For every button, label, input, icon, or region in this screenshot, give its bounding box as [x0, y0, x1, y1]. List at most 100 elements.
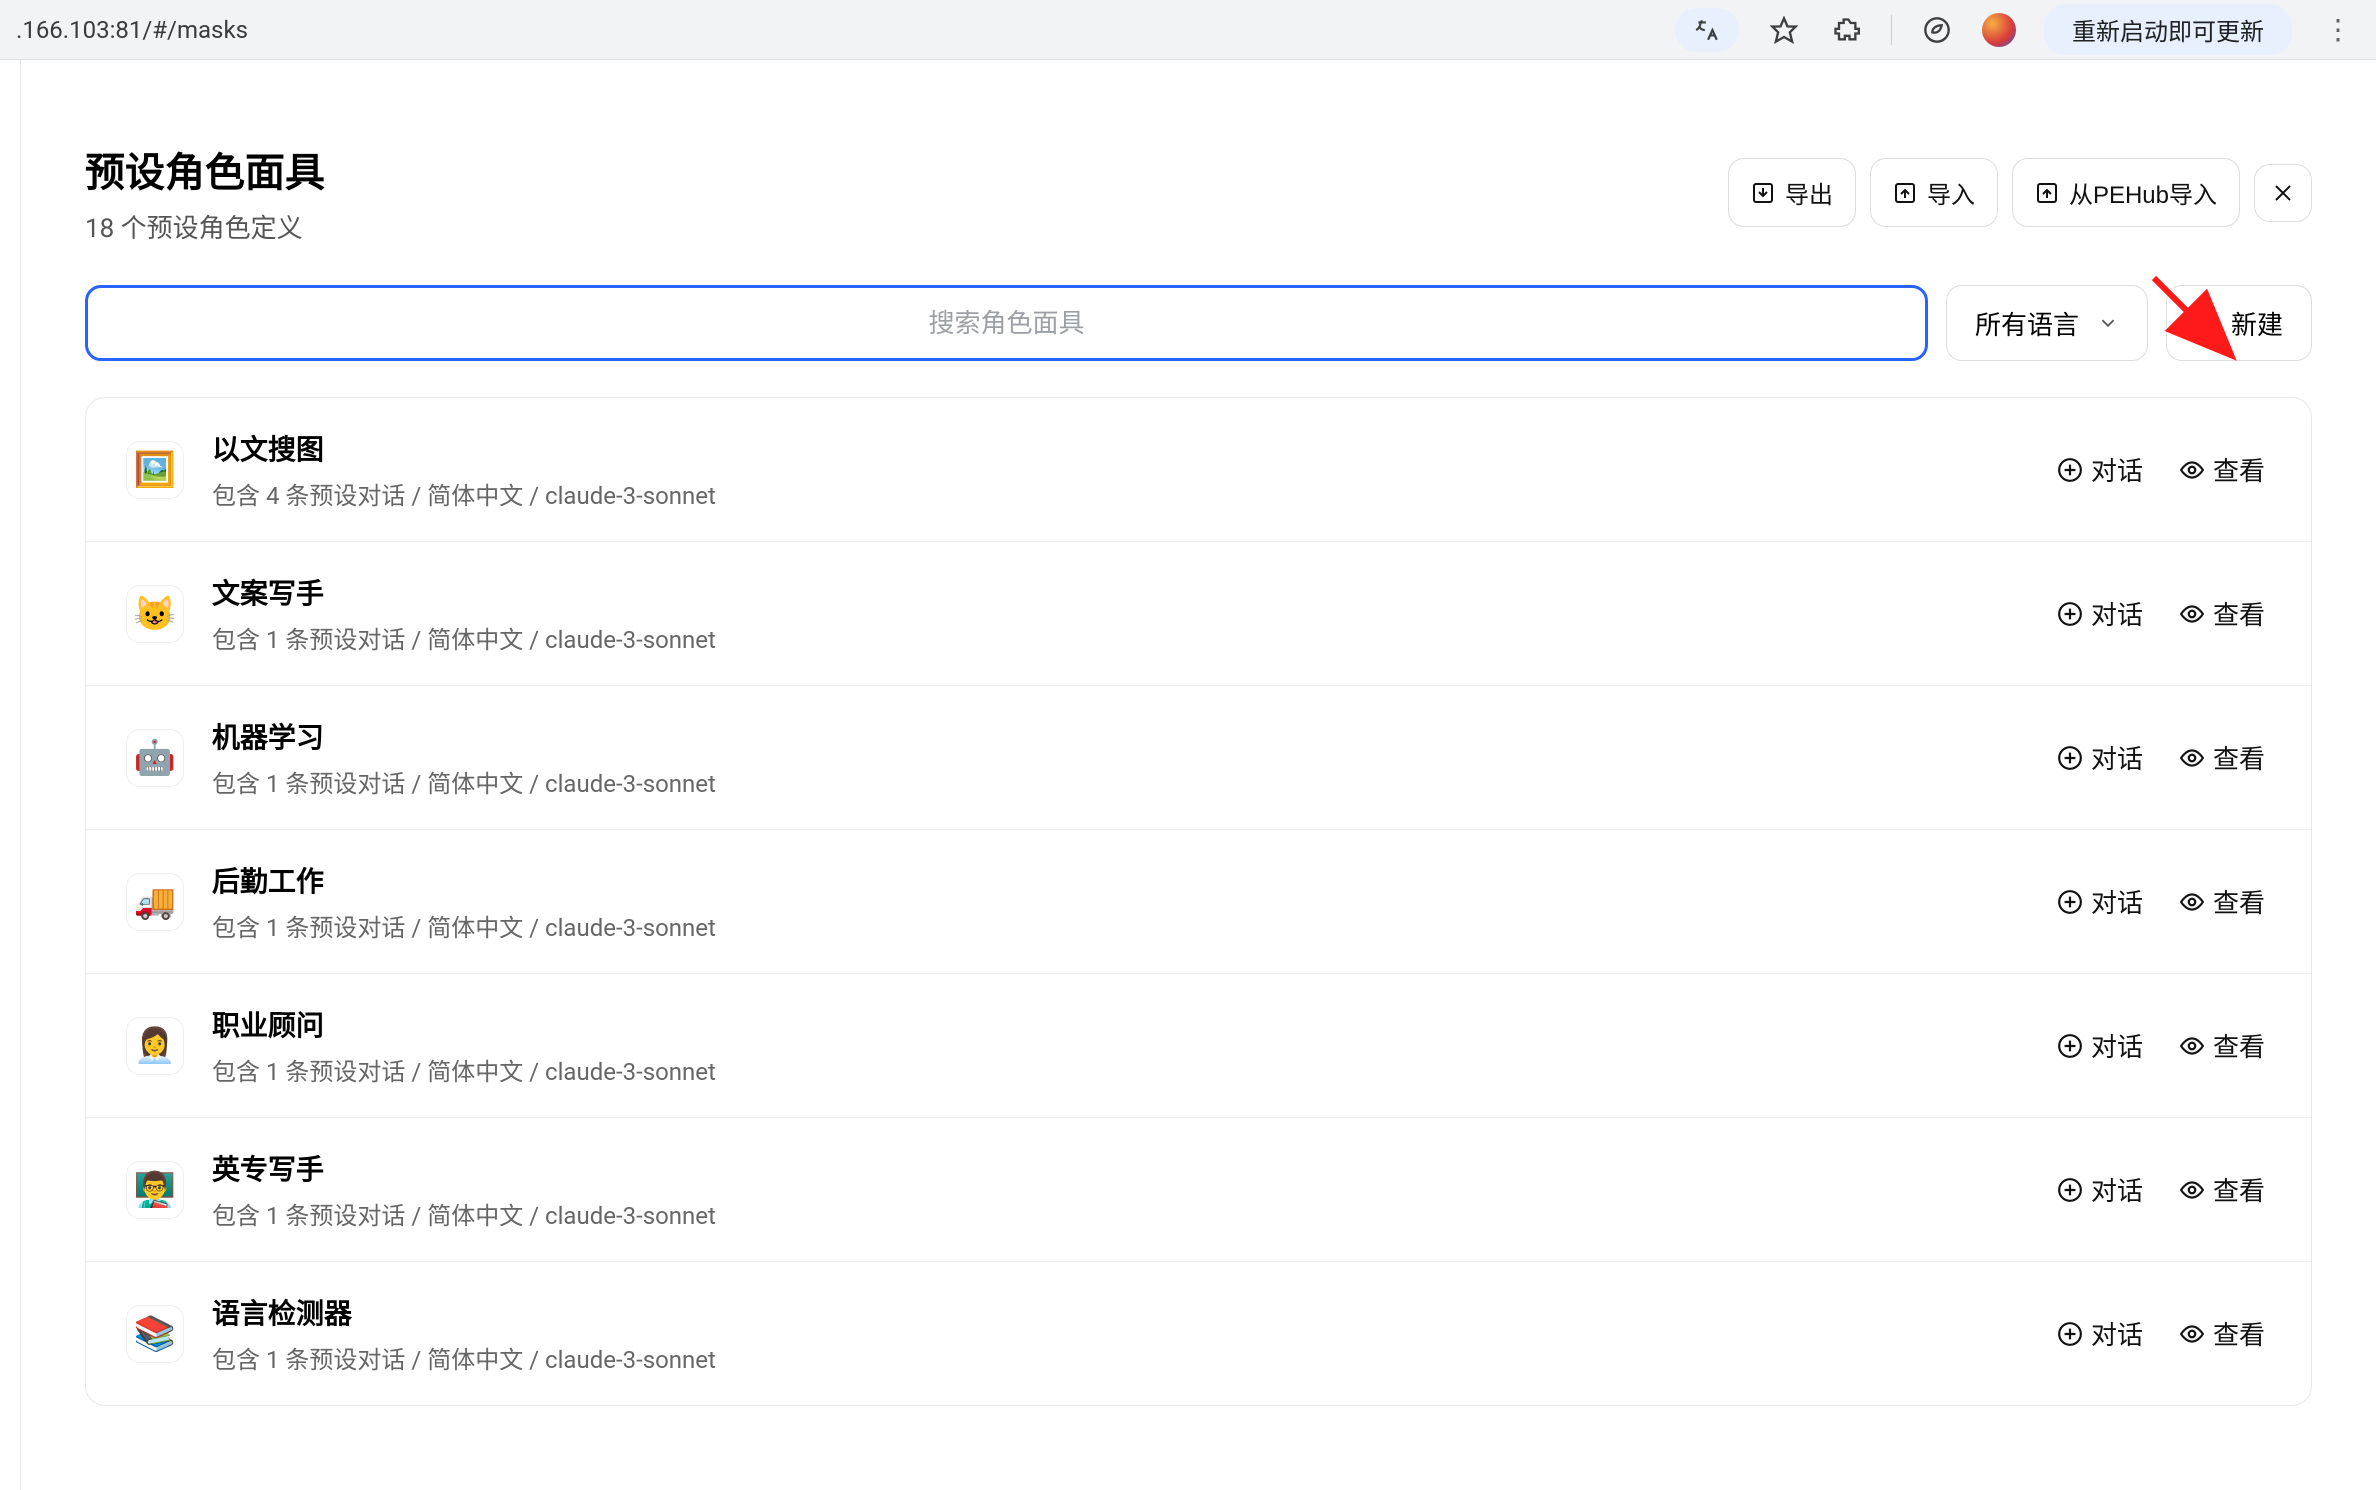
view-button[interactable]: 查看 — [2179, 595, 2265, 632]
translate-icon[interactable] — [1675, 8, 1739, 52]
chat-button[interactable]: 对话 — [2057, 1315, 2143, 1352]
browser-update-button[interactable]: 重新启动即可更新 — [2044, 4, 2292, 55]
chat-label: 对话 — [2091, 595, 2143, 632]
view-button[interactable]: 查看 — [2179, 1315, 2265, 1352]
view-label: 查看 — [2213, 1027, 2265, 1064]
mask-emoji: 🚚 — [126, 873, 184, 931]
export-button[interactable]: 导出 — [1728, 158, 1856, 227]
download-icon — [1751, 181, 1775, 205]
chat-button[interactable]: 对话 — [2057, 883, 2143, 920]
mask-subtitle: 包含 1 条预设对话 / 简体中文 / claude-3-sonnet — [212, 1340, 2057, 1375]
plus-circle-icon — [2057, 1321, 2083, 1347]
chat-button[interactable]: 对话 — [2057, 739, 2143, 776]
eye-icon — [2179, 1321, 2205, 1347]
mask-subtitle: 包含 1 条预设对话 / 简体中文 / claude-3-sonnet — [212, 764, 2057, 799]
plus-circle-icon — [2057, 1177, 2083, 1203]
eye-icon — [2179, 1177, 2205, 1203]
eye-icon — [2179, 889, 2205, 915]
view-label: 查看 — [2213, 451, 2265, 488]
new-button[interactable]: 新建 — [2166, 285, 2312, 361]
export-label: 导出 — [1785, 175, 1833, 210]
plus-circle-icon — [2057, 601, 2083, 627]
mask-subtitle: 包含 1 条预设对话 / 简体中文 / claude-3-sonnet — [212, 620, 2057, 655]
upload-icon — [1893, 181, 1917, 205]
mask-emoji: 👨‍🏫 — [126, 1161, 184, 1219]
plus-circle-icon — [2057, 457, 2083, 483]
chat-button[interactable]: 对话 — [2057, 595, 2143, 632]
chat-button[interactable]: 对话 — [2057, 1027, 2143, 1064]
chat-label: 对话 — [2091, 1027, 2143, 1064]
search-input[interactable] — [88, 308, 1925, 339]
mask-emoji: 😺 — [126, 585, 184, 643]
mask-row: 🖼️ 以文搜图 包含 4 条预设对话 / 简体中文 / claude-3-son… — [86, 398, 2311, 542]
chat-label: 对话 — [2091, 883, 2143, 920]
chat-label: 对话 — [2091, 1171, 2143, 1208]
view-button[interactable]: 查看 — [2179, 739, 2265, 776]
chat-button[interactable]: 对话 — [2057, 451, 2143, 488]
view-label: 查看 — [2213, 739, 2265, 776]
view-label: 查看 — [2213, 883, 2265, 920]
mask-emoji: 👩‍💼 — [126, 1017, 184, 1075]
mask-title: 英专写手 — [212, 1148, 2057, 1188]
new-label: 新建 — [2231, 305, 2283, 342]
view-button[interactable]: 查看 — [2179, 451, 2265, 488]
mask-subtitle: 包含 1 条预设对话 / 简体中文 / claude-3-sonnet — [212, 1052, 2057, 1087]
close-icon — [2271, 181, 2295, 205]
language-select[interactable]: 所有语言 — [1946, 285, 2148, 361]
language-label: 所有语言 — [1975, 305, 2079, 342]
mask-row: 🚚 后勤工作 包含 1 条预设对话 / 简体中文 / claude-3-sonn… — [86, 830, 2311, 974]
view-label: 查看 — [2213, 1315, 2265, 1352]
import-button[interactable]: 导入 — [1870, 158, 1998, 227]
plus-circle-icon — [2057, 745, 2083, 771]
profile-avatar[interactable] — [1982, 13, 2016, 47]
close-button[interactable] — [2254, 164, 2312, 222]
eye-icon — [2179, 1033, 2205, 1059]
mask-title: 以文搜图 — [212, 428, 2057, 468]
mask-emoji: 🖼️ — [126, 441, 184, 499]
plus-circle-icon — [2057, 1033, 2083, 1059]
import-pehub-button[interactable]: 从PEHub导入 — [2012, 158, 2240, 227]
plus-circle-icon — [2057, 889, 2083, 915]
address-bar-text[interactable]: .166.103:81/#/masks — [12, 16, 1675, 44]
mask-row: 😺 文案写手 包含 1 条预设对话 / 简体中文 / claude-3-sonn… — [86, 542, 2311, 686]
mask-title: 语言检测器 — [212, 1292, 2057, 1332]
page-subtitle: 18 个预设角色定义 — [85, 208, 325, 245]
chat-label: 对话 — [2091, 451, 2143, 488]
view-label: 查看 — [2213, 1171, 2265, 1208]
search-input-wrapper[interactable] — [85, 285, 1928, 361]
mask-row: 👨‍🏫 英专写手 包含 1 条预设对话 / 简体中文 / claude-3-so… — [86, 1118, 2311, 1262]
mask-emoji: 📚 — [126, 1305, 184, 1363]
plus-circle-icon — [2195, 310, 2221, 336]
leaf-icon[interactable] — [1920, 13, 1954, 47]
chat-button[interactable]: 对话 — [2057, 1171, 2143, 1208]
browser-toolbar: .166.103:81/#/masks 重新启动即可更新 ⋮ — [0, 0, 2376, 60]
eye-icon — [2179, 457, 2205, 483]
mask-list: 🖼️ 以文搜图 包含 4 条预设对话 / 简体中文 / claude-3-son… — [85, 397, 2312, 1406]
divider — [1891, 15, 1892, 45]
view-label: 查看 — [2213, 595, 2265, 632]
star-icon[interactable] — [1767, 13, 1801, 47]
view-button[interactable]: 查看 — [2179, 883, 2265, 920]
page-title: 预设角色面具 — [85, 140, 325, 198]
browser-menu-icon[interactable]: ⋮ — [2320, 13, 2356, 46]
mask-subtitle: 包含 1 条预设对话 / 简体中文 / claude-3-sonnet — [212, 1196, 2057, 1231]
mask-title: 文案写手 — [212, 572, 2057, 612]
chevron-down-icon — [2097, 312, 2119, 334]
chat-label: 对话 — [2091, 739, 2143, 776]
mask-row: 👩‍💼 职业顾问 包含 1 条预设对话 / 简体中文 / claude-3-so… — [86, 974, 2311, 1118]
mask-title: 职业顾问 — [212, 1004, 2057, 1044]
view-button[interactable]: 查看 — [2179, 1171, 2265, 1208]
import-label: 导入 — [1927, 175, 1975, 210]
mask-subtitle: 包含 4 条预设对话 / 简体中文 / claude-3-sonnet — [212, 476, 2057, 511]
mask-row: 🤖 机器学习 包含 1 条预设对话 / 简体中文 / claude-3-sonn… — [86, 686, 2311, 830]
extensions-icon[interactable] — [1829, 13, 1863, 47]
eye-icon — [2179, 745, 2205, 771]
mask-row: 📚 语言检测器 包含 1 条预设对话 / 简体中文 / claude-3-son… — [86, 1262, 2311, 1405]
import-pehub-label: 从PEHub导入 — [2069, 175, 2217, 210]
chat-label: 对话 — [2091, 1315, 2143, 1352]
view-button[interactable]: 查看 — [2179, 1027, 2265, 1064]
upload-icon — [2035, 181, 2059, 205]
eye-icon — [2179, 601, 2205, 627]
mask-title: 机器学习 — [212, 716, 2057, 756]
mask-subtitle: 包含 1 条预设对话 / 简体中文 / claude-3-sonnet — [212, 908, 2057, 943]
